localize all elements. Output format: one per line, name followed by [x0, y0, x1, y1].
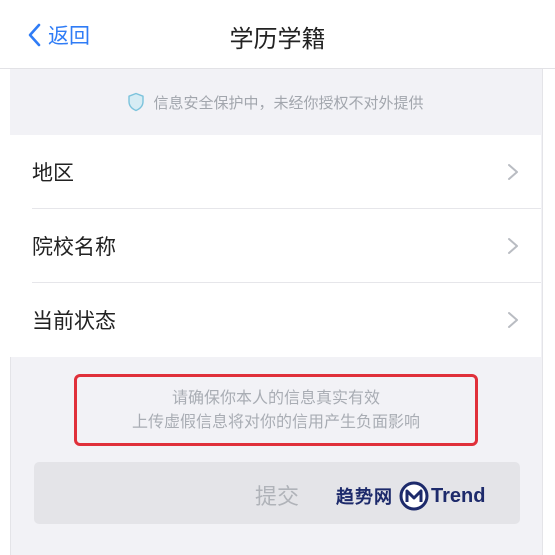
warning-text-line2: 上传虚假信息将对你的信用产生负面影响 — [131, 412, 420, 431]
list-item-region[interactable]: 地区 — [10, 135, 541, 209]
chevron-right-icon — [508, 238, 518, 254]
watermark: 趋势网 Trend — [336, 480, 485, 512]
security-notice: 信息安全保护中，未经你授权不对外提供 — [10, 69, 541, 135]
warning-text-line1: 请确保你本人的信息真实有效 — [171, 388, 380, 407]
watermark-logo-icon — [399, 481, 429, 511]
watermark-brand: Trend — [431, 484, 486, 507]
list-item-label: 地区 — [32, 161, 74, 185]
list-item-label: 当前状态 — [32, 309, 116, 333]
page-title: 学历学籍 — [229, 25, 326, 53]
shield-icon — [128, 92, 145, 112]
security-notice-text: 信息安全保护中，未经你授权不对外提供 — [153, 93, 424, 112]
list-item-label: 院校名称 — [32, 235, 116, 259]
warning-box: 请确保你本人的信息真实有效 上传虚假信息将对你的信用产生负面影响 — [74, 374, 478, 446]
list-item-current-status[interactable]: 当前状态 — [10, 283, 541, 357]
info-list: 地区 院校名称 当前状态 — [10, 135, 541, 357]
chevron-right-icon — [508, 312, 518, 328]
chevron-right-icon — [508, 164, 518, 180]
watermark-text: 趋势网 — [336, 487, 393, 508]
navigation-bar: 返回 学历学籍 — [0, 0, 555, 69]
list-item-school-name[interactable]: 院校名称 — [10, 209, 541, 283]
